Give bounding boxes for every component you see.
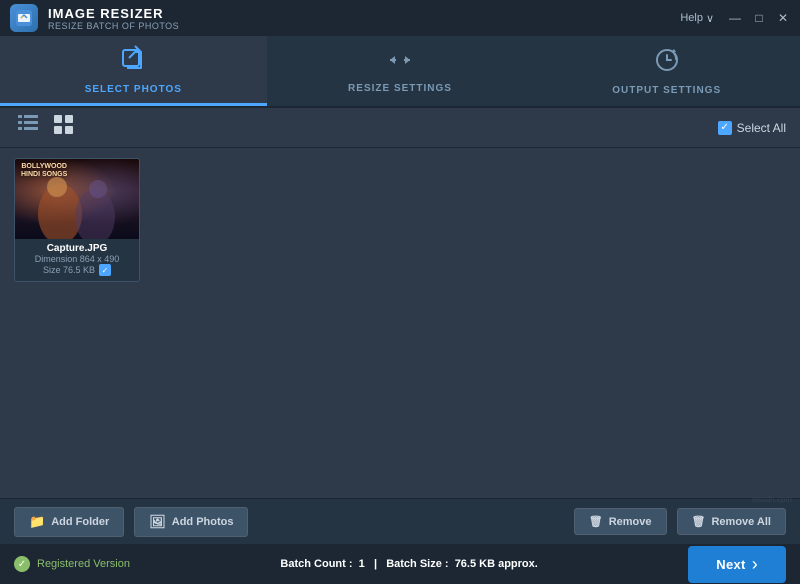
batch-count-label: Batch Count :	[280, 558, 352, 570]
select-photos-icon	[119, 44, 147, 78]
close-button[interactable]: ✕	[776, 11, 790, 25]
tab-resize-settings-label: RESIZE SETTINGS	[348, 83, 452, 94]
registered-icon: ✓	[14, 556, 30, 572]
batch-size-label: Batch Size :	[386, 558, 448, 570]
help-button[interactable]: Help ∨	[680, 12, 714, 25]
output-settings-icon	[654, 47, 680, 79]
tab-select-photos-label: SELECT PHOTOS	[85, 84, 182, 95]
action-right: 🗑 Remove 🗑 Remove All	[574, 508, 786, 535]
app-title-group: IMAGE RESIZER RESIZE BATCH OF PHOTOS	[48, 6, 179, 31]
help-label: Help	[680, 12, 703, 24]
status-left: ✓ Registered Version	[14, 556, 130, 572]
app-icon	[10, 4, 38, 32]
remove-all-label: Remove All	[711, 516, 771, 528]
next-label: Next	[716, 557, 745, 572]
select-all-label: Select All	[737, 121, 786, 135]
app-title: IMAGE RESIZER	[48, 6, 179, 21]
registered-label: Registered Version	[37, 558, 130, 570]
select-all-group[interactable]: ✓ Select All	[718, 121, 786, 135]
grid-view-button[interactable]	[50, 113, 78, 142]
add-photos-button[interactable]: 🖼 Add Photos	[134, 507, 248, 537]
content-spacer	[0, 418, 800, 498]
tab-output-settings-label: OUTPUT SETTINGS	[612, 85, 721, 96]
photo-area: BOLLYWOODHINDI SONGS Capture.JPG Dimensi…	[0, 148, 800, 418]
tab-select-photos[interactable]: SELECT PHOTOS	[0, 36, 267, 106]
titlebar-left: IMAGE RESIZER RESIZE BATCH OF PHOTOS	[10, 4, 179, 32]
photo-info: Capture.JPG Dimension 864 x 490 Size 76.…	[15, 239, 139, 281]
photo-size-row: Size 76.5 KB ✓	[21, 264, 133, 276]
remove-icon: 🗑	[589, 515, 603, 528]
tab-resize-settings[interactable]: RESIZE SETTINGS	[267, 36, 534, 106]
toolbar-row: ✓ Select All	[0, 108, 800, 148]
action-bar: 📁 Add Folder 🖼 Add Photos 🗑 Remove 🗑 Rem…	[0, 498, 800, 544]
view-toggle	[14, 113, 78, 142]
titlebar-right: Help ∨ — □ ✕	[680, 11, 790, 25]
tab-output-settings[interactable]: OUTPUT SETTINGS	[533, 36, 800, 106]
batch-count-value: 1	[359, 558, 365, 570]
app-subtitle: RESIZE BATCH OF PHOTOS	[48, 21, 179, 31]
photo-name: Capture.JPG	[21, 243, 133, 254]
photo-thumbnail: BOLLYWOODHINDI SONGS	[15, 159, 140, 239]
titlebar: IMAGE RESIZER RESIZE BATCH OF PHOTOS Hel…	[0, 0, 800, 36]
tab-bar: SELECT PHOTOS RESIZE SETTINGS OUTPUT SET…	[0, 36, 800, 108]
photo-dimension: Dimension 864 x 490	[21, 254, 133, 264]
thumbnail-inner: BOLLYWOODHINDI SONGS	[15, 159, 140, 239]
thumbnail-label: BOLLYWOODHINDI SONGS	[21, 163, 67, 180]
photo-item[interactable]: BOLLYWOODHINDI SONGS Capture.JPG Dimensi…	[14, 158, 140, 282]
next-button[interactable]: Next ›	[688, 546, 786, 583]
maximize-button[interactable]: □	[752, 11, 766, 25]
folder-icon: 📁	[29, 514, 45, 530]
window-controls: — □ ✕	[728, 11, 790, 25]
status-separator: |	[374, 558, 377, 570]
select-all-checkbox[interactable]: ✓	[718, 121, 732, 135]
resize-settings-icon	[386, 49, 414, 77]
add-folder-button[interactable]: 📁 Add Folder	[14, 507, 124, 537]
chevron-down-icon: ∨	[706, 12, 714, 25]
status-bar: ✓ Registered Version Batch Count : 1 | B…	[0, 544, 800, 584]
photo-size: Size 76.5 KB	[43, 265, 95, 275]
add-photos-label: Add Photos	[172, 516, 234, 528]
minimize-button[interactable]: —	[728, 11, 742, 25]
remove-button[interactable]: 🗑 Remove	[574, 508, 667, 535]
list-view-button[interactable]	[14, 113, 42, 142]
add-folder-label: Add Folder	[51, 516, 109, 528]
batch-size-value: 76.5 KB approx.	[455, 558, 538, 570]
remove-label: Remove	[609, 516, 652, 528]
photo-checked-icon[interactable]: ✓	[99, 264, 111, 276]
status-center: Batch Count : 1 | Batch Size : 76.5 KB a…	[280, 558, 537, 570]
next-arrow-icon: ›	[752, 554, 758, 575]
action-left: 📁 Add Folder 🖼 Add Photos	[14, 507, 248, 537]
remove-all-icon: 🗑	[692, 515, 706, 528]
photo-grid: BOLLYWOODHINDI SONGS Capture.JPG Dimensi…	[14, 158, 786, 282]
add-photos-icon: 🖼	[149, 514, 166, 530]
remove-all-button[interactable]: 🗑 Remove All	[677, 508, 786, 535]
